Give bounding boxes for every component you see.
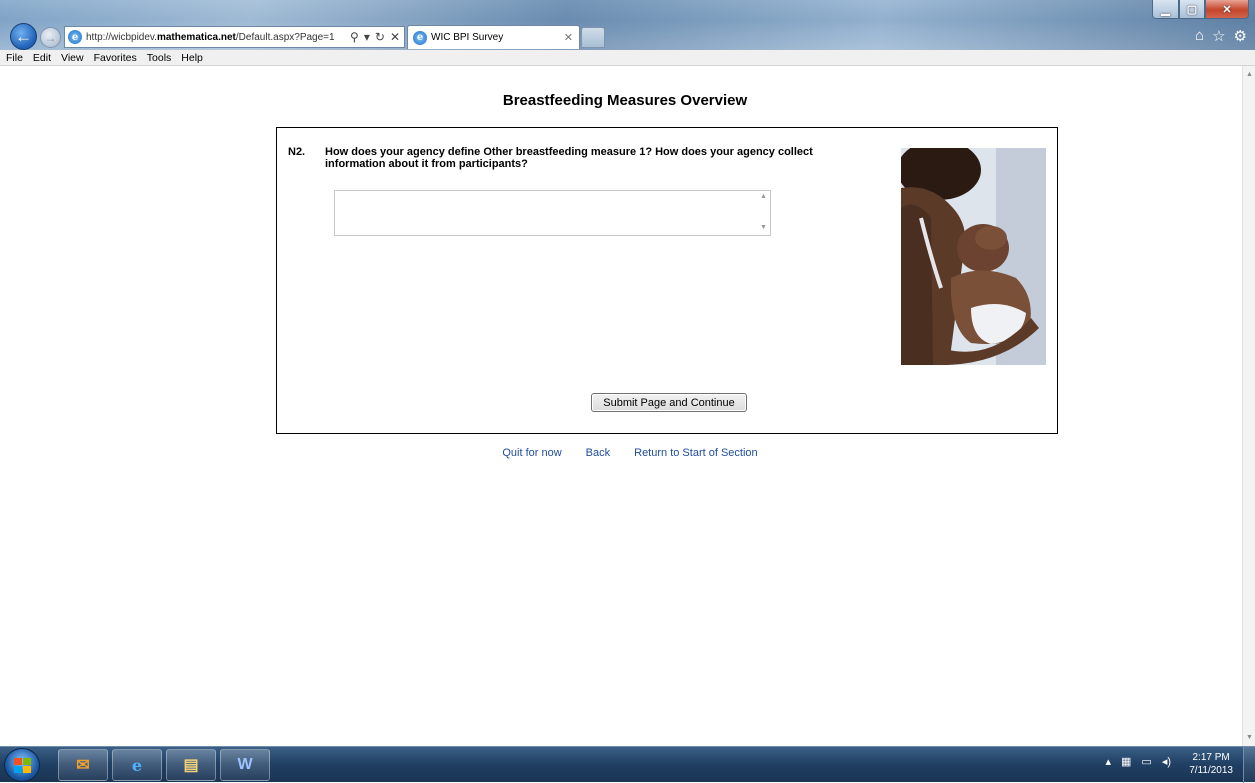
menu-item-file[interactable]: File (6, 52, 23, 64)
menu-item-favorites[interactable]: Favorites (94, 52, 137, 64)
page-scroll-down-icon[interactable]: ▼ (1243, 731, 1255, 744)
menu-item-view[interactable]: View (61, 52, 84, 64)
return-to-start-link[interactable]: Return to Start of Section (634, 447, 758, 459)
taskbar-word-icon[interactable]: W (220, 749, 270, 781)
browser-toolbar-icons: ⌂ ☆ ⚙ (1195, 27, 1247, 45)
windows-taskbar: ✉ e ▤ W ▴ ▦ ▭ ◂) 2:17 PM 7/11/2013 (0, 746, 1255, 783)
page-title: Breastfeeding Measures Overview (502, 92, 748, 109)
taskbar-ie-icon[interactable]: e (112, 749, 162, 781)
clock[interactable]: 2:17 PM 7/11/2013 (1189, 751, 1233, 777)
ie-page-icon: e (68, 30, 82, 44)
taskbar-explorer-icon[interactable]: ▤ (166, 749, 216, 781)
minimize-button[interactable]: ▁ (1152, 0, 1179, 19)
close-tab-icon[interactable]: ✕ (564, 31, 573, 44)
scroll-up-icon[interactable]: ▲ (760, 193, 767, 200)
question-number: N2. (288, 146, 306, 158)
menu-item-help[interactable]: Help (181, 52, 203, 64)
stop-icon[interactable]: ✕ (390, 30, 400, 44)
menu-item-tools[interactable]: Tools (147, 52, 172, 64)
back-button[interactable]: ← (10, 23, 37, 50)
address-tools: ⚲ ▾ ↻ ✕ (346, 30, 404, 44)
tray-expand-icon[interactable]: ▴ (1105, 755, 1111, 768)
scroll-down-icon[interactable]: ▼ (760, 224, 767, 231)
page-scrollbar[interactable]: ▲ ▼ (1242, 66, 1255, 746)
gear-icon[interactable]: ⚙ (1234, 27, 1247, 45)
page-content: Breastfeeding Measures Overview N2. How … (8, 66, 1242, 746)
tray-device-icon[interactable]: ▦ (1121, 755, 1131, 768)
answer-scrollbar[interactable]: ▲ ▼ (757, 191, 770, 235)
submit-page-button[interactable]: Submit Page and Continue (591, 393, 747, 412)
mother-and-baby-photo (901, 148, 1046, 365)
tab-wic-bpi-survey[interactable]: e WIC BPI Survey ✕ (407, 25, 580, 49)
back-arrow-icon: ← (15, 26, 32, 46)
refresh-icon[interactable]: ↻ (375, 30, 385, 44)
window-controls: ▁ ▢ ✕ (1152, 0, 1249, 19)
taskbar-outlook-icon[interactable]: ✉ (58, 749, 108, 781)
search-icon[interactable]: ⚲ (350, 30, 359, 44)
clock-time: 2:17 PM (1192, 752, 1230, 763)
forward-arrow-icon: → (44, 30, 57, 45)
mother-baby-illustration (901, 148, 1046, 365)
forward-button[interactable]: → (40, 27, 61, 48)
back-link[interactable]: Back (586, 447, 610, 459)
windows-logo-icon (13, 757, 31, 773)
window-titlebar: ▁ ▢ ✕ ← → e http://wicbpidev.mathematica… (0, 0, 1255, 50)
clock-date: 7/11/2013 (1189, 765, 1233, 776)
show-desktop-button[interactable] (1243, 747, 1255, 783)
answer-textarea[interactable] (334, 190, 771, 236)
volume-icon[interactable]: ◂) (1162, 755, 1171, 768)
favorites-star-icon[interactable]: ☆ (1212, 27, 1225, 45)
tab-favicon-icon: e (413, 30, 427, 45)
tab-title: WIC BPI Survey (431, 32, 504, 43)
new-tab-button[interactable] (581, 27, 605, 48)
system-tray: ▴ ▦ ▭ ◂) (1105, 755, 1171, 768)
start-button[interactable] (4, 748, 40, 782)
dropdown-arrow-icon[interactable]: ▾ (364, 30, 370, 44)
menu-item-edit[interactable]: Edit (33, 52, 51, 64)
close-window-button[interactable]: ✕ (1205, 0, 1249, 19)
network-icon[interactable]: ▭ (1141, 755, 1151, 768)
navigation-links: Quit for now Back Return to Start of Sec… (8, 447, 1242, 459)
home-icon[interactable]: ⌂ (1195, 27, 1204, 45)
url-text[interactable]: http://wicbpidev.mathematica.net/Default… (86, 32, 346, 43)
question-text: How does your agency define Other breast… (325, 146, 813, 170)
quit-for-now-link[interactable]: Quit for now (502, 447, 561, 459)
menu-bar: File Edit View Favorites Tools Help (0, 50, 1255, 66)
maximize-button[interactable]: ▢ (1179, 0, 1205, 19)
address-bar[interactable]: e http://wicbpidev.mathematica.net/Defau… (64, 26, 405, 48)
question-panel: N2. How does your agency define Other br… (276, 127, 1058, 434)
page-scroll-up-icon[interactable]: ▲ (1243, 68, 1255, 81)
